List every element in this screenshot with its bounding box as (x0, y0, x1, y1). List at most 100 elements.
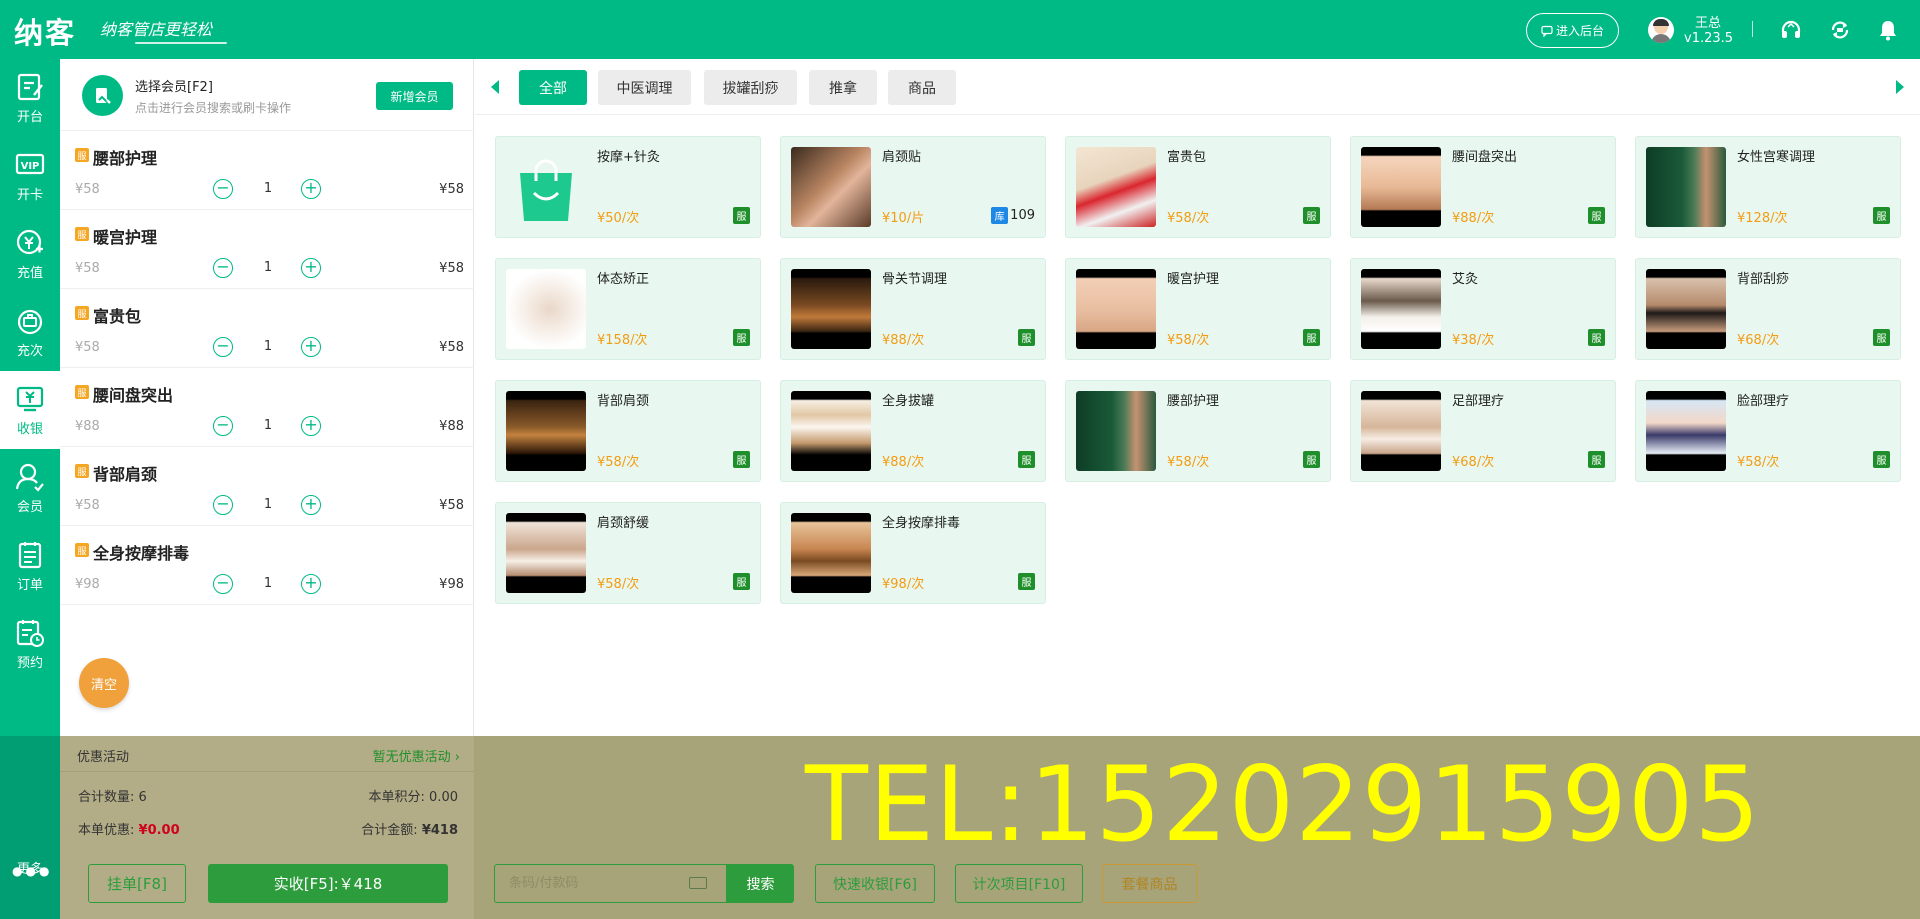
product-card[interactable]: 体态矫正 ¥158/次 服 (495, 258, 761, 360)
product-card[interactable]: 腰间盘突出 ¥88/次 服 (1350, 136, 1616, 238)
cart-item-unit-price: ¥88 (75, 419, 100, 434)
product-card[interactable]: 肩颈贴 ¥10/片 库 109 (780, 136, 1046, 238)
tab-massage[interactable]: 推拿 (809, 70, 877, 105)
service-badge: 服 (1018, 451, 1035, 468)
cart-item-unit-price: ¥58 (75, 261, 100, 276)
enter-backend-button[interactable]: 进入后台 (1526, 13, 1619, 48)
product-card[interactable]: 按摩+针灸 ¥50/次 服 (495, 136, 761, 238)
order-points-value: 0.00 (429, 790, 458, 805)
count-items-button[interactable]: 计次项目[F10] (955, 864, 1083, 903)
service-badge: 服 (733, 207, 750, 224)
sidebar-item-order[interactable]: 订单 (0, 527, 60, 605)
product-card[interactable]: 全身拔罐 ¥88/次 服 (780, 380, 1046, 482)
member-select-title[interactable]: 选择会员[F2] (135, 76, 213, 95)
product-card[interactable]: 骨关节调理 ¥88/次 服 (780, 258, 1046, 360)
cart-item-qty[interactable]: 1 (258, 260, 278, 275)
cart-item[interactable]: 服 富贵包 ¥58 − 1 + ¥58 (60, 289, 474, 368)
keyboard-icon[interactable] (689, 877, 707, 889)
search-button[interactable]: 搜索 (727, 864, 794, 903)
sidebar-label: 开台 (16, 110, 43, 125)
tab-goods[interactable]: 商品 (888, 70, 956, 105)
tabs-scroll-left-icon[interactable] (491, 80, 499, 94)
sidebar-item-recharge-times[interactable]: 充次 (0, 293, 60, 371)
sidebar-item-open-table[interactable]: 开台 (0, 59, 60, 137)
new-member-button[interactable]: 新增会员 (376, 82, 453, 110)
sidebar-item-more[interactable]: 更多 (0, 858, 60, 877)
cart-item[interactable]: 服 全身按摩排毒 ¥98 − 1 + ¥98 (60, 526, 474, 605)
member-selector[interactable]: 选择会员[F2] 点击进行会员搜索或刷卡操作 新增会员 (60, 59, 474, 131)
sidebar-item-cashier[interactable]: 收银 (0, 371, 60, 449)
increase-qty-button[interactable]: + (301, 574, 321, 594)
tabs-scroll-right-icon[interactable] (1896, 80, 1904, 94)
product-card[interactable]: 女性宫寒调理 ¥128/次 服 (1635, 136, 1901, 238)
tab-tcm[interactable]: 中医调理 (598, 70, 691, 105)
refresh-icon[interactable] (1828, 18, 1852, 42)
barcode-input[interactable] (495, 865, 685, 902)
product-name: 肩颈贴 (882, 150, 922, 165)
increase-qty-button[interactable]: + (301, 495, 321, 515)
product-price: ¥50/次 (597, 211, 640, 226)
cart-item-qty[interactable]: 1 (258, 339, 278, 354)
headset-icon[interactable] (1779, 18, 1803, 42)
tab-cupping[interactable]: 拔罐刮痧 (704, 70, 797, 105)
cart-item-qty[interactable]: 1 (258, 497, 278, 512)
appointment-icon (16, 620, 44, 647)
cart-item[interactable]: 服 暖宫护理 ¥58 − 1 + ¥58 (60, 210, 474, 289)
product-name: 女性宫寒调理 (1737, 150, 1816, 165)
decrease-qty-button[interactable]: − (213, 495, 233, 515)
recharge-icon (16, 229, 43, 255)
decrease-qty-button[interactable]: − (213, 258, 233, 278)
product-card[interactable]: 背部肩颈 ¥58/次 服 (495, 380, 761, 482)
decrease-qty-button[interactable]: − (213, 337, 233, 357)
cart-item[interactable]: 服 腰间盘突出 ¥88 − 1 + ¥88 (60, 368, 474, 447)
increase-qty-button[interactable]: + (301, 337, 321, 357)
decrease-qty-button[interactable]: − (213, 416, 233, 436)
product-card[interactable]: 全身按摩排毒 ¥98/次 服 (780, 502, 1046, 604)
product-card[interactable]: 足部理疗 ¥68/次 服 (1350, 380, 1616, 482)
cart-item-qty[interactable]: 1 (258, 576, 278, 591)
sidebar-item-recharge[interactable]: 充值 (0, 215, 60, 293)
cart-item[interactable]: 服 腰部护理 ¥58 − 1 + ¥58 (60, 131, 474, 210)
product-card[interactable]: 肩颈舒缓 ¥58/次 服 (495, 502, 761, 604)
order-discount-value: ¥0.00 (138, 823, 180, 838)
quick-cashier-button[interactable]: 快速收银[F6] (815, 864, 935, 903)
sidebar-item-appointment[interactable]: 预约 (0, 605, 60, 683)
stock-tag: 库 (991, 207, 1009, 224)
bell-icon[interactable] (1876, 18, 1900, 42)
cart-item-qty[interactable]: 1 (258, 418, 278, 433)
product-image (1646, 269, 1726, 349)
decrease-qty-button[interactable]: − (213, 574, 233, 594)
clear-cart-button[interactable]: 清空 (79, 658, 129, 708)
sidebar-item-open-card[interactable]: VIP 开卡 (0, 137, 60, 215)
product-card[interactable]: 脸部理疗 ¥58/次 服 (1635, 380, 1901, 482)
sidebar-label: 充次 (16, 344, 43, 359)
hang-order-button[interactable]: 挂单[F8] (88, 864, 186, 903)
increase-qty-button[interactable]: + (301, 416, 321, 436)
promotion-value[interactable]: 暂无优惠活动 › (373, 746, 460, 765)
product-image (1646, 147, 1726, 227)
product-card[interactable]: 暖宫护理 ¥58/次 服 (1065, 258, 1331, 360)
increase-qty-button[interactable]: + (301, 258, 321, 278)
product-card[interactable]: 腰部护理 ¥58/次 服 (1065, 380, 1331, 482)
package-items-button[interactable]: 套餐商品 (1102, 864, 1197, 903)
cart-item[interactable]: 服 背部肩颈 ¥58 − 1 + ¥58 (60, 447, 474, 526)
user-avatar[interactable] (1648, 17, 1674, 43)
product-card[interactable]: 背部刮痧 ¥68/次 服 (1635, 258, 1901, 360)
category-tabs: 全部 中医调理 拔罐刮痧 推拿 商品 (475, 59, 1920, 115)
sidebar-item-member[interactable]: 会员 (0, 449, 60, 527)
product-card[interactable]: 富贵包 ¥58/次 服 (1065, 136, 1331, 238)
checkout-button[interactable]: 实收[F5]:￥418 (208, 864, 448, 903)
service-badge: 服 (1873, 451, 1890, 468)
decrease-qty-button[interactable]: − (213, 179, 233, 199)
product-image (1361, 391, 1441, 471)
product-card[interactable]: 艾灸 ¥38/次 服 (1350, 258, 1616, 360)
increase-qty-button[interactable]: + (301, 179, 321, 199)
product-price: ¥58/次 (1167, 333, 1210, 348)
product-image (1361, 269, 1441, 349)
tab-all[interactable]: 全部 (519, 70, 587, 105)
cart-item-qty[interactable]: 1 (258, 181, 278, 196)
user-name[interactable]: 王总 (1690, 12, 1726, 31)
sidebar-label: 会员 (16, 500, 43, 515)
promotion-row[interactable]: 优惠活动 暂无优惠活动 › (60, 736, 474, 772)
phone-watermark: TEL:15202915905 (805, 745, 1761, 865)
